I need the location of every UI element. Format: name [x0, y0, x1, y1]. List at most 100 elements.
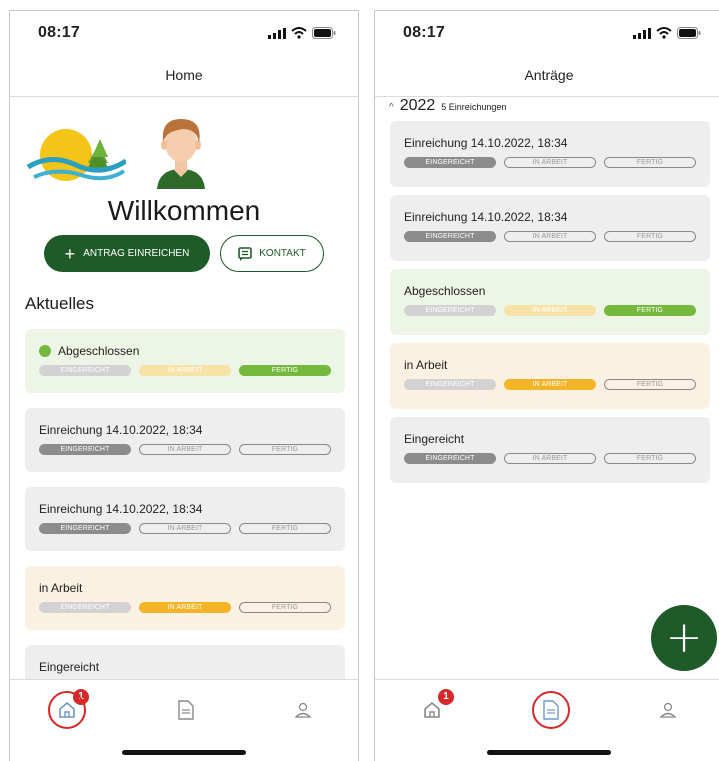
list-item[interactable]: Einreichung 14.10.2022, 18:34 EINGEREICHT… — [25, 487, 345, 551]
tab-bar: 1 — [10, 679, 358, 761]
status-steps: EINGEREICHT IN ARBEIT FERTIG — [404, 379, 700, 390]
list-item-title: Abgeschlossen — [404, 284, 486, 298]
avatar-illustration — [157, 119, 205, 189]
list-item[interactable]: in Arbeit EINGEREICHT IN ARBEIT FERTIG — [25, 566, 345, 630]
status-step-badge: EINGEREICHT — [39, 602, 131, 613]
status-step-badge: IN ARBEIT — [139, 365, 231, 376]
status-dot-icon — [39, 345, 51, 357]
municipality-logo — [26, 129, 126, 181]
section-title: Aktuelles — [25, 294, 94, 313]
plus-icon: + — [64, 243, 76, 264]
status-step-badge: FERTIG — [239, 444, 331, 455]
submit-application-label: ANTRAG EINREICHEN — [83, 248, 190, 259]
status-step-badge: FERTIG — [604, 231, 696, 242]
status-step-badge: EINGEREICHT — [404, 379, 496, 390]
list-item[interactable]: Abgeschlossen EINGEREICHT IN ARBEIT FERTIG — [390, 269, 710, 335]
status-step-badge: IN ARBEIT — [139, 523, 231, 534]
status-steps: EINGEREICHT IN ARBEIT FERTIG — [404, 157, 700, 168]
tab-documents[interactable] — [532, 691, 570, 729]
profile-icon — [659, 702, 677, 718]
tab-home[interactable]: 1 — [414, 689, 454, 728]
list-item[interactable]: Einreichung 14.10.2022, 18:34 EINGEREICHT… — [390, 195, 710, 261]
home-content: Willkommen + ANTRAG EINREICHEN KONTAKT A… — [10, 97, 358, 679]
tab-profile[interactable] — [285, 692, 321, 728]
welcome-heading: Willkommen — [107, 195, 261, 226]
list-item[interactable]: Eingereicht EINGEREICHT IN ARBEIT FERTIG — [390, 417, 710, 483]
contact-label: KONTAKT — [259, 248, 306, 259]
status-step-badge: EINGEREICHT — [404, 231, 496, 242]
applications-screen: 08:17 Anträge ^ 2022 5 Einreichungen Ein… — [374, 10, 719, 761]
battery-icon — [312, 27, 336, 39]
list-item[interactable]: in Arbeit EINGEREICHT IN ARBEIT FERTIG — [390, 343, 710, 409]
status-step-badge: FERTIG — [604, 305, 696, 316]
tab-profile[interactable] — [650, 692, 686, 728]
status-step-badge: FERTIG — [239, 523, 331, 534]
applications-list: Einreichung 14.10.2022, 18:34 EINGEREICHT… — [390, 121, 710, 491]
status-bar: 08:17 — [10, 11, 358, 55]
page-title: Anträge — [375, 55, 719, 97]
signal-icon — [268, 27, 286, 39]
home-indicator — [122, 750, 246, 755]
status-step-badge: EINGEREICHT — [39, 444, 131, 455]
status-step-badge: EINGEREICHT — [404, 157, 496, 168]
status-step-badge: IN ARBEIT — [139, 602, 231, 613]
status-step-badge: EINGEREICHT — [39, 365, 131, 376]
status-time: 08:17 — [403, 24, 445, 41]
home-icon — [424, 701, 440, 718]
profile-icon — [294, 702, 312, 718]
battery-icon — [677, 27, 701, 39]
applications-content: ^ 2022 5 Einreichungen Einreichung 14.10… — [375, 97, 719, 679]
submit-application-button[interactable]: + ANTRAG EINREICHEN — [44, 235, 210, 272]
status-steps: EINGEREICHT IN ARBEIT FERTIG — [404, 453, 700, 464]
status-step-badge: IN ARBEIT — [139, 444, 231, 455]
home-screen: 08:17 Home Willkommen + ANTRAG EINREICHE… — [9, 10, 359, 761]
status-step-badge: FERTIG — [604, 157, 696, 168]
page-title: Home — [10, 55, 358, 97]
list-item[interactable]: Einreichung 14.10.2022, 18:34 EINGEREICHT… — [390, 121, 710, 187]
news-list: Abgeschlossen EINGEREICHT IN ARBEIT FERTIG E… — [25, 329, 345, 679]
tab-home[interactable]: 1 — [48, 689, 89, 729]
list-item-title: in Arbeit — [404, 358, 448, 372]
list-item-title: in Arbeit — [39, 581, 83, 595]
list-item-title: Einreichung 14.10.2022, 18:34 — [404, 210, 568, 224]
status-step-badge: IN ARBEIT — [504, 379, 596, 390]
document-icon — [178, 700, 194, 720]
wifi-icon — [656, 27, 672, 39]
status-step-badge: FERTIG — [604, 379, 696, 390]
tab-documents[interactable] — [168, 692, 204, 728]
year-label: 2022 — [399, 97, 436, 114]
add-application-button[interactable]: + — [651, 605, 717, 671]
list-item-title: Eingereicht — [404, 432, 465, 446]
status-step-badge: FERTIG — [239, 365, 331, 376]
status-time: 08:17 — [38, 24, 80, 41]
list-item-title: Eingereicht — [39, 660, 100, 674]
status-step-badge: IN ARBEIT — [504, 231, 596, 242]
tab-bar: 1 — [375, 679, 719, 761]
wifi-icon — [291, 27, 307, 39]
status-step-badge: FERTIG — [604, 453, 696, 464]
signal-icon — [633, 27, 651, 39]
status-step-badge: EINGEREICHT — [404, 453, 496, 464]
contact-button[interactable]: KONTAKT — [220, 235, 324, 272]
status-step-badge: EINGEREICHT — [39, 523, 131, 534]
home-indicator — [487, 750, 611, 755]
chat-icon — [238, 246, 253, 261]
list-item-title: Einreichung 14.10.2022, 18:34 — [39, 423, 203, 437]
status-step-badge: IN ARBEIT — [504, 157, 596, 168]
status-bar: 08:17 — [375, 11, 719, 55]
status-step-badge: IN ARBEIT — [504, 453, 596, 464]
year-group-header[interactable]: ^ 2022 5 Einreichungen — [389, 97, 506, 115]
list-item[interactable]: Abgeschlossen EINGEREICHT IN ARBEIT FERTIG — [25, 329, 345, 393]
status-step-badge: IN ARBEIT — [504, 305, 596, 316]
list-item-title: Abgeschlossen — [58, 344, 140, 358]
list-item-title: Einreichung 14.10.2022, 18:34 — [404, 136, 568, 150]
status-step-badge: FERTIG — [239, 602, 331, 613]
status-steps: EINGEREICHT IN ARBEIT FERTIG — [39, 444, 335, 455]
status-steps: EINGEREICHT IN ARBEIT FERTIG — [404, 231, 700, 242]
status-steps: EINGEREICHT IN ARBEIT FERTIG — [404, 305, 700, 316]
list-item[interactable]: EingereichtEINGEREICHTIN ARBEITFERTIG — [25, 645, 345, 679]
notification-badge: 1 — [438, 689, 454, 705]
list-item[interactable]: Einreichung 14.10.2022, 18:34 EINGEREICHT… — [25, 408, 345, 472]
status-steps: EINGEREICHT IN ARBEIT FERTIG — [39, 523, 335, 534]
status-steps: EINGEREICHT IN ARBEIT FERTIG — [39, 365, 335, 376]
